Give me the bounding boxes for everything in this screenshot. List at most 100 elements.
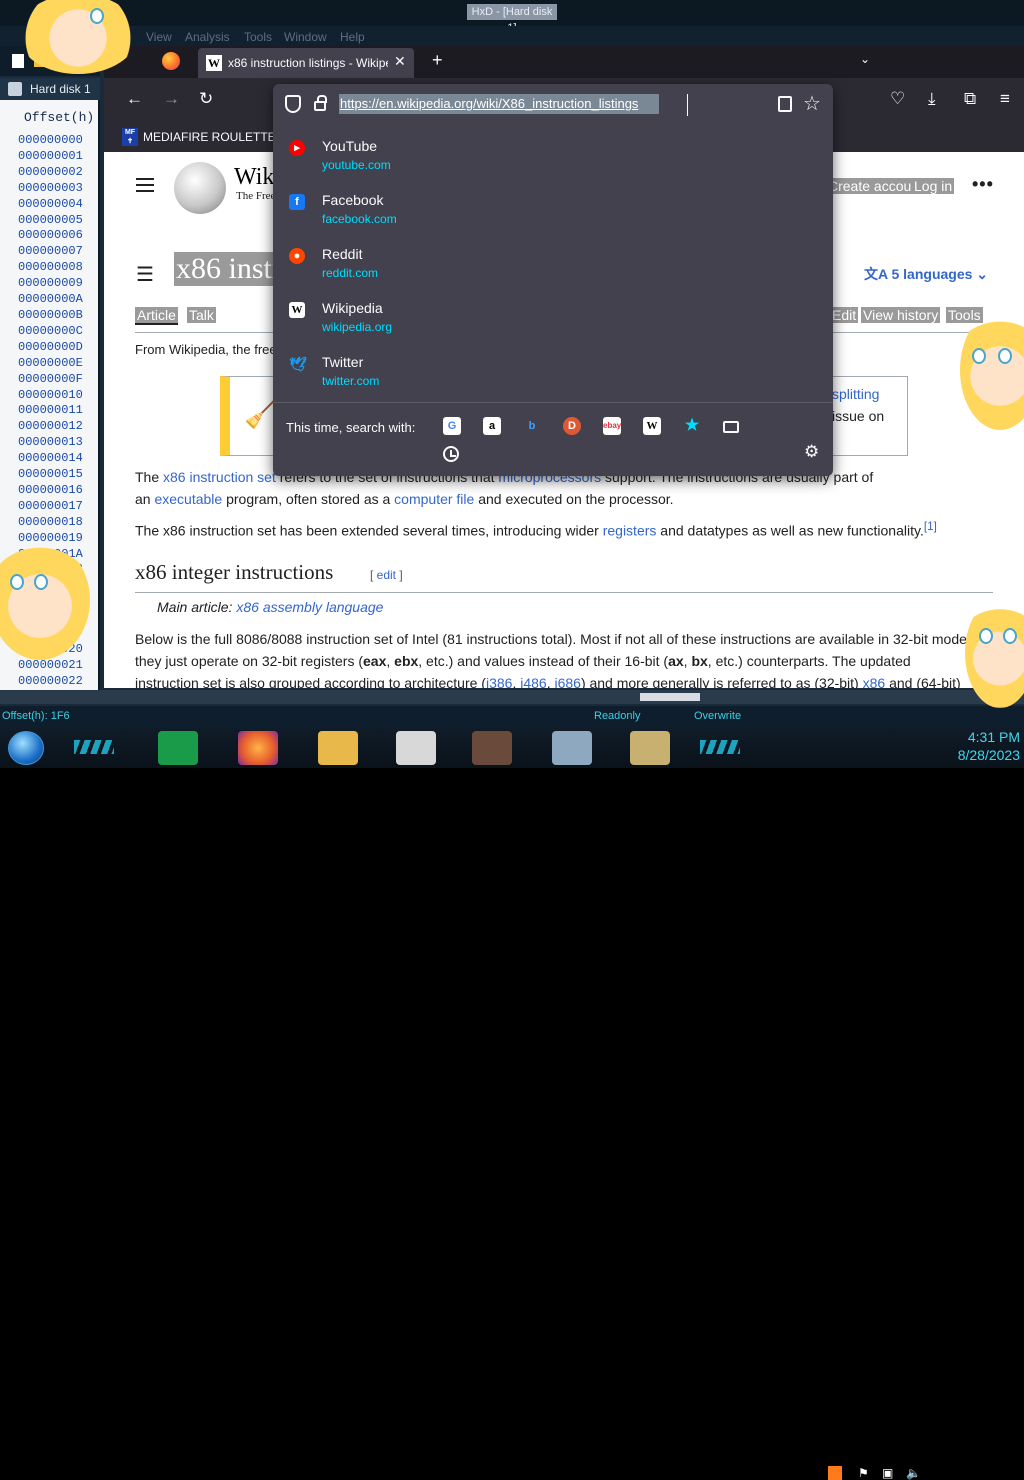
url-input[interactable]: https://en.wikipedia.org/wiki/X86_instru…: [339, 94, 659, 114]
flag-icon[interactable]: ⚑: [858, 1466, 872, 1480]
menu-analysis[interactable]: Analysis: [185, 30, 230, 44]
lock-icon[interactable]: [314, 95, 327, 111]
back-icon[interactable]: ←: [126, 90, 143, 108]
reference-1-link[interactable]: [1]: [924, 520, 937, 533]
start-button[interactable]: [8, 731, 44, 765]
bing-icon[interactable]: b: [523, 417, 541, 435]
offset-row[interactable]: 000000010: [18, 388, 83, 404]
google-icon[interactable]: G: [443, 417, 461, 435]
menu-view[interactable]: View: [146, 30, 172, 44]
extensions-icon[interactable]: ⧉: [964, 90, 976, 108]
languages-button[interactable]: 文A 5 languages ⌄: [864, 264, 988, 284]
gear-icon[interactable]: ⚙: [804, 442, 819, 462]
login-link[interactable]: Log in: [912, 178, 955, 194]
executable-link[interactable]: executable: [154, 491, 222, 507]
menu-tools[interactable]: Tools: [244, 30, 272, 44]
firefox-view-icon[interactable]: [162, 52, 180, 70]
registers-link[interactable]: registers: [603, 523, 657, 539]
offset-row[interactable]: 000000004: [18, 197, 83, 213]
offset-row[interactable]: 00000000C: [18, 324, 83, 340]
app-monitor-button[interactable]: [552, 731, 592, 765]
bookmark-star-icon[interactable]: ☆: [803, 91, 821, 116]
offset-row[interactable]: 000000015: [18, 467, 83, 483]
new-file-icon[interactable]: [12, 54, 24, 68]
offset-row[interactable]: 000000014: [18, 451, 83, 467]
app-menu-icon[interactable]: ≡: [1000, 90, 1010, 108]
tab-talk[interactable]: Talk: [187, 307, 216, 323]
horizontal-scrollbar[interactable]: [0, 690, 1024, 704]
section-edit-link[interactable]: [ edit ]: [370, 568, 403, 582]
volume-icon[interactable]: 🔈: [906, 1466, 921, 1480]
offset-row[interactable]: 00000000F: [18, 372, 83, 388]
offset-row[interactable]: 000000021: [18, 658, 83, 674]
forward-icon[interactable]: →: [163, 90, 180, 108]
table-of-contents-icon[interactable]: ☰: [136, 262, 154, 287]
notice-splitting-link[interactable]: splitting: [832, 386, 879, 402]
shortcut-wikipedia[interactable]: W Wikipedia wikipedia.org: [273, 294, 833, 348]
tracking-protection-shield-icon[interactable]: [285, 95, 301, 113]
offset-row[interactable]: 00000000D: [18, 340, 83, 356]
tabs-icon[interactable]: [723, 421, 739, 433]
reload-icon[interactable]: ↻: [199, 90, 213, 108]
duckduckgo-icon[interactable]: D: [563, 417, 581, 435]
new-tab-button[interactable]: +: [432, 50, 443, 71]
x86-instruction-set-link[interactable]: x86 instruction set: [163, 469, 276, 485]
offset-row[interactable]: 00000000B: [18, 308, 83, 324]
offset-row[interactable]: 000000009: [18, 276, 83, 292]
wikipedia-logo[interactable]: [174, 162, 226, 214]
status-readonly[interactable]: Readonly: [594, 710, 640, 722]
i386-link[interactable]: i386: [486, 675, 512, 688]
app-messages-button[interactable]: [158, 731, 198, 765]
amazon-icon[interactable]: a: [483, 417, 501, 435]
x86-assembly-language-link[interactable]: x86 assembly language: [236, 599, 383, 615]
computer-file-link[interactable]: computer file: [394, 491, 474, 507]
offset-row[interactable]: 000000008: [18, 260, 83, 276]
offset-row[interactable]: 000000003: [18, 181, 83, 197]
menu-window[interactable]: Window: [284, 30, 327, 44]
offset-row[interactable]: 000000005: [18, 213, 83, 229]
tab-wikipedia[interactable]: W x86 instruction listings - Wikipedia ✕: [198, 48, 414, 78]
offset-row[interactable]: 000000001: [18, 149, 83, 165]
offset-row[interactable]: 000000022: [18, 674, 83, 690]
shortcut-facebook[interactable]: f Facebook facebook.com: [273, 186, 833, 240]
status-overwrite[interactable]: Overwrite: [694, 710, 741, 722]
reader-view-icon[interactable]: [778, 96, 792, 112]
offset-row[interactable]: 000000013: [18, 435, 83, 451]
wikipedia-search-icon[interactable]: W: [643, 417, 661, 435]
clock[interactable]: 4:31 PM 8/28/2023: [940, 728, 1020, 764]
app-puzzle-button[interactable]: [396, 731, 436, 765]
offset-row[interactable]: 00000000A: [18, 292, 83, 308]
scrollbar-thumb[interactable]: [640, 693, 700, 701]
firefox-taskbar-button[interactable]: [238, 731, 278, 765]
pocket-icon[interactable]: ♡: [890, 90, 905, 108]
offset-row[interactable]: 000000018: [18, 515, 83, 531]
shortcut-youtube[interactable]: ▸ YouTube youtube.com: [273, 132, 833, 186]
offset-row[interactable]: 000000016: [18, 483, 83, 499]
close-tab-icon[interactable]: ✕: [394, 53, 406, 70]
ebay-icon[interactable]: ebay: [603, 417, 621, 435]
file-explorer-button[interactable]: [318, 731, 358, 765]
network-icon[interactable]: ▣: [882, 1466, 896, 1480]
offset-row[interactable]: 000000011: [18, 403, 83, 419]
x86-link[interactable]: x86: [863, 675, 886, 688]
offset-row[interactable]: 000000000: [18, 133, 83, 149]
tab-edit[interactable]: Edit: [830, 307, 859, 323]
offset-row[interactable]: 000000017: [18, 499, 83, 515]
tab-view-history[interactable]: View history: [861, 307, 941, 323]
offset-row[interactable]: 000000012: [18, 419, 83, 435]
downloads-icon[interactable]: ⤓: [928, 90, 936, 108]
list-all-tabs-icon[interactable]: ⌄: [860, 52, 870, 66]
hxd-taskbar-button[interactable]: [630, 731, 670, 765]
shortcut-reddit[interactable]: ● Reddit reddit.com: [273, 240, 833, 294]
shortcut-twitter[interactable]: 🕊 Twitter twitter.com: [273, 348, 833, 402]
hxd-tab-hard-disk[interactable]: Hard disk 1: [0, 78, 100, 100]
tab-article[interactable]: Article: [135, 307, 178, 325]
tray-app-icon[interactable]: [828, 1466, 842, 1480]
offset-row[interactable]: 000000007: [18, 244, 83, 260]
main-menu-icon[interactable]: [136, 178, 154, 192]
offset-row[interactable]: 00000000E: [18, 356, 83, 372]
bookmark-mediafire[interactable]: MEDIAFIRE ROULETTER: [143, 130, 284, 144]
create-account-link[interactable]: Create account: [826, 178, 925, 194]
i486-link[interactable]: i486: [520, 675, 546, 688]
menu-help[interactable]: Help: [340, 30, 365, 44]
